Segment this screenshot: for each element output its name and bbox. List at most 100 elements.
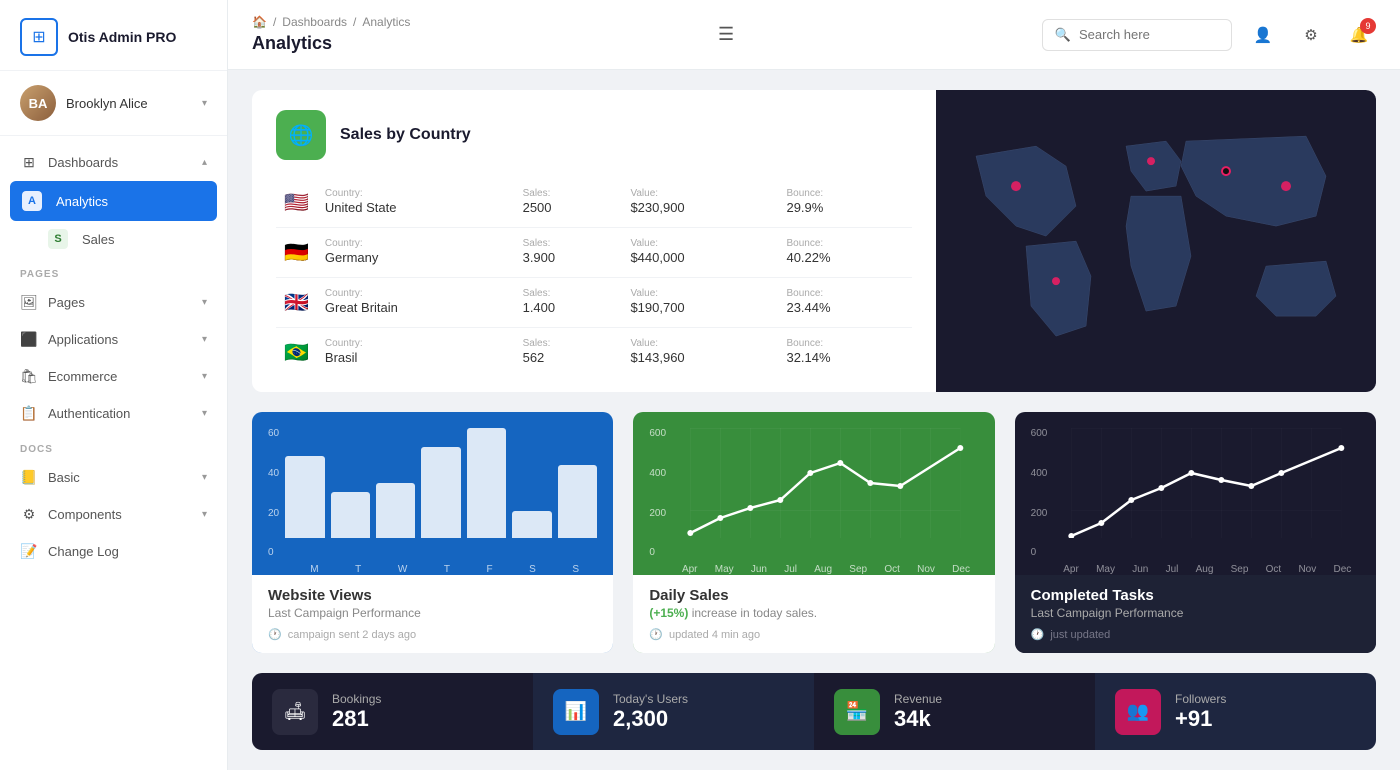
- dashboards-label: Dashboards: [48, 155, 192, 170]
- bar-chart-bar: [558, 465, 597, 538]
- sidebar-item-authentication[interactable]: 📋 Authentication ▾: [0, 395, 227, 432]
- stat-value: 34k: [894, 706, 942, 732]
- notifications-icon[interactable]: 🔔 9: [1342, 18, 1376, 52]
- search-box[interactable]: 🔍: [1042, 19, 1232, 51]
- x-label-oct-green: Oct: [884, 564, 900, 575]
- bar-chart-bar: [331, 492, 370, 538]
- completed-tasks-card: 600 400 200 0: [1015, 412, 1376, 653]
- x-label-aug-green: Aug: [814, 564, 832, 575]
- completed-tasks-sub: Last Campaign Performance: [1031, 606, 1360, 620]
- y-label-40: 40: [268, 468, 279, 479]
- daily-sales-footer: Daily Sales (+15%) increase in today sal…: [633, 575, 994, 653]
- x-label-sep-green: Sep: [849, 564, 867, 575]
- page-title: Analytics: [252, 33, 410, 54]
- bar-chart-bar: [421, 447, 460, 539]
- stat-label: Bookings: [332, 692, 381, 706]
- sales-letter: S: [48, 229, 68, 249]
- website-views-sub: Last Campaign Performance: [268, 606, 597, 620]
- sidebar-navigation: ⊞ Dashboards ▴ A Analytics S Sales PAGES…: [0, 136, 227, 770]
- analytics-letter: A: [22, 191, 42, 211]
- pages-icon: 🖼: [20, 294, 38, 311]
- daily-sales-x-labels: Apr May Jun Jul Aug Sep Oct Nov Dec: [649, 564, 978, 575]
- chart-area-tasks: 600 400 200 0: [1015, 412, 1376, 575]
- sidebar-item-dashboards[interactable]: ⊞ Dashboards ▴: [0, 144, 227, 181]
- x-label-t1: T: [355, 564, 361, 575]
- x-label-w: W: [398, 564, 407, 575]
- header-center: ☰: [712, 18, 740, 51]
- sidebar-item-basic[interactable]: 📒 Basic ▾: [0, 459, 227, 496]
- sidebar-item-changelog[interactable]: 📝 Change Log: [0, 533, 227, 570]
- ecommerce-icon: 🛍: [20, 368, 38, 385]
- table-row: 🇺🇸 Country: United State Sales: 2500 Val…: [276, 178, 912, 228]
- value-info: Value: $440,000: [622, 228, 778, 278]
- hamburger-icon[interactable]: ☰: [712, 18, 740, 51]
- avatar: BA: [20, 85, 56, 121]
- sidebar: ⊞ Otis Admin PRO BA Brooklyn Alice ▾ ⊞ D…: [0, 0, 228, 770]
- sidebar-item-applications[interactable]: ⬛ Applications ▾: [0, 321, 227, 358]
- country-info: Country: Great Britain: [317, 278, 515, 328]
- sidebar-user[interactable]: BA Brooklyn Alice ▾: [0, 71, 227, 136]
- settings-icon[interactable]: ⚙: [1294, 18, 1328, 52]
- chevron-down-icon: ▾: [202, 371, 207, 382]
- world-map: [936, 90, 1376, 392]
- applications-icon: ⬛: [20, 331, 38, 348]
- sidebar-item-pages[interactable]: 🖼 Pages ▾: [0, 284, 227, 321]
- country-flag: 🇬🇧: [276, 278, 317, 328]
- stats-row: 🛋 Bookings 281 📊 Today's Users 2,300 🏪 R…: [252, 673, 1376, 750]
- y-label-200-green: 200: [649, 508, 666, 519]
- header: 🏠 / Dashboards / Analytics Analytics ☰ 🔍…: [228, 0, 1400, 70]
- stat-label: Today's Users: [613, 692, 688, 706]
- stat-item: 📊 Today's Users 2,300: [533, 673, 814, 750]
- sidebar-item-analytics[interactable]: A Analytics: [10, 181, 217, 221]
- x-label-aug-dark: Aug: [1196, 564, 1214, 575]
- chevron-down-icon: ▾: [202, 472, 207, 483]
- sales-left: 🌐 Sales by Country 🇺🇸 Country: United St…: [252, 90, 936, 392]
- main-content: 🏠 / Dashboards / Analytics Analytics ☰ 🔍…: [228, 0, 1400, 770]
- breadcrumb-dashboards: Dashboards: [282, 15, 347, 29]
- y-label-400-green: 400: [649, 468, 666, 479]
- analytics-label: Analytics: [56, 194, 205, 209]
- chevron-down-icon: ▴: [202, 157, 207, 168]
- clock-icon: 🕐: [268, 628, 282, 641]
- x-label-apr-green: Apr: [682, 564, 698, 575]
- x-label-nov-green: Nov: [917, 564, 935, 575]
- x-label-jun-green: Jun: [751, 564, 767, 575]
- table-row: 🇩🇪 Country: Germany Sales: 3.900 Value: …: [276, 228, 912, 278]
- website-views-meta: 🕐 campaign sent 2 days ago: [268, 628, 597, 641]
- bounce-info: Bounce: 23.44%: [778, 278, 912, 328]
- stat-content: Today's Users 2,300: [613, 692, 688, 732]
- stat-icon: 📊: [553, 689, 599, 735]
- search-input[interactable]: [1079, 27, 1219, 42]
- y-label-200-dark: 200: [1031, 508, 1048, 519]
- x-label-dec-green: Dec: [952, 564, 970, 575]
- stat-content: Followers +91: [1175, 692, 1226, 732]
- value-info: Value: $190,700: [622, 278, 778, 328]
- sidebar-item-ecommerce[interactable]: 🛍 Ecommerce ▾: [0, 358, 227, 395]
- user-name: Brooklyn Alice: [66, 96, 192, 111]
- stat-icon: 🏪: [834, 689, 880, 735]
- sidebar-item-sales[interactable]: S Sales: [0, 221, 227, 257]
- stat-content: Bookings 281: [332, 692, 381, 732]
- daily-sales-highlight: (+15%): [649, 606, 688, 620]
- tasks-x-labels: Apr May Jun Jul Aug Sep Oct Nov Dec: [1031, 564, 1360, 575]
- stat-item: 🏪 Revenue 34k: [814, 673, 1095, 750]
- completed-tasks-chart: [1053, 428, 1360, 538]
- x-label-oct-dark: Oct: [1266, 564, 1282, 575]
- sidebar-item-components[interactable]: ⚙ Components ▾: [0, 496, 227, 533]
- country-flag: 🇩🇪: [276, 228, 317, 278]
- country-info: Country: Brasil: [317, 328, 515, 378]
- stat-value: +91: [1175, 706, 1226, 732]
- x-label-t2: T: [444, 564, 450, 575]
- website-views-footer: Website Views Last Campaign Performance …: [252, 575, 613, 653]
- y-label-60: 60: [268, 428, 279, 439]
- chevron-down-icon: ▾: [202, 509, 207, 520]
- sales-info: Sales: 1.400: [515, 278, 623, 328]
- stat-icon: 👥: [1115, 689, 1161, 735]
- completed-tasks-footer: Completed Tasks Last Campaign Performanc…: [1015, 575, 1376, 653]
- stat-item: 👥 Followers +91: [1095, 673, 1376, 750]
- chevron-down-icon: ▾: [202, 297, 207, 308]
- y-label-600-green: 600: [649, 428, 666, 439]
- country-table: 🇺🇸 Country: United State Sales: 2500 Val…: [276, 178, 912, 377]
- changelog-icon: 📝: [20, 543, 38, 560]
- user-profile-icon[interactable]: 👤: [1246, 18, 1280, 52]
